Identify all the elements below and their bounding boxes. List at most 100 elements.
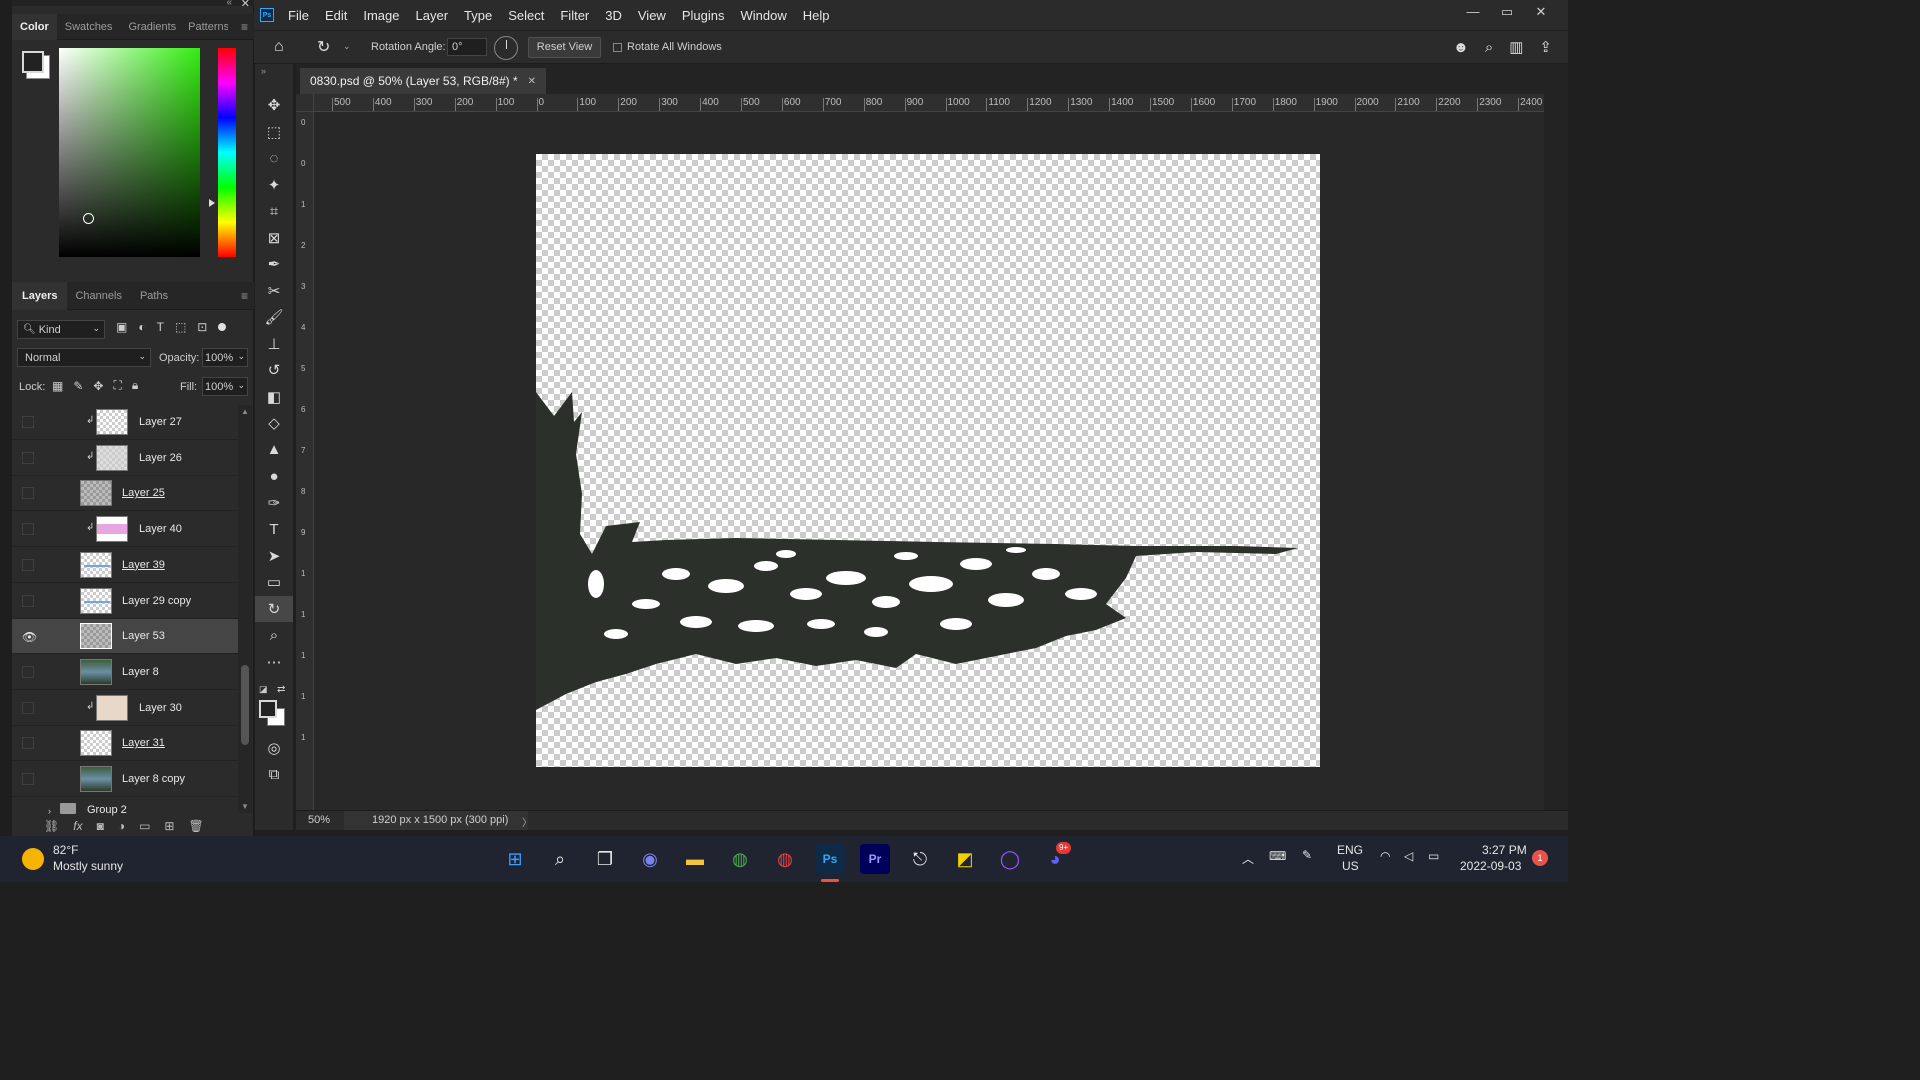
magic-wand-tool-icon[interactable]: ✦ [255, 172, 293, 199]
chat-icon[interactable]: ◉ [635, 844, 665, 874]
lock-position-icon[interactable]: ✥ [93, 379, 103, 393]
new-group-icon[interactable]: ▭ [139, 819, 150, 833]
chrome-profile-icon[interactable]: ◍ [770, 844, 800, 874]
panel-menu-icon[interactable]: ≡ [241, 20, 248, 34]
notification-badge[interactable]: 1 [1532, 850, 1548, 866]
tab-swatches[interactable]: Swatches [57, 14, 121, 40]
pixel-filter-icon[interactable]: ▣ [116, 320, 127, 334]
zoom-tool-icon[interactable]: ⌕ [255, 622, 293, 649]
layer-thumbnail[interactable] [80, 623, 112, 650]
search-icon[interactable]: ⌕ [545, 844, 575, 874]
premiere-icon[interactable]: Pr [860, 844, 890, 874]
rotate-view-tool-icon[interactable]: ↻ [255, 595, 293, 622]
rotation-dial[interactable] [494, 36, 518, 60]
layer-name[interactable]: Layer 8 copy [122, 773, 185, 785]
layer-name[interactable]: Layer 53 [122, 630, 165, 642]
frame-tool-icon[interactable]: ⊠ [255, 225, 293, 252]
layer-name[interactable]: Layer 39 [122, 559, 165, 571]
blend-mode-select[interactable]: Normal ⌄ [17, 348, 151, 367]
layer-thumbnail[interactable] [96, 516, 128, 543]
visibility-toggle[interactable] [22, 701, 34, 714]
visibility-toggle[interactable] [22, 416, 34, 428]
screen-mode-icon[interactable]: ⧉ [255, 761, 293, 788]
weather-temp[interactable]: 82°F [53, 843, 78, 857]
layer-name[interactable]: Layer 26 [139, 452, 182, 464]
adjustment-layer-icon[interactable]: ◑ [118, 819, 125, 833]
document-info[interactable]: 1920 px x 1500 px (300 ppi) [344, 811, 528, 830]
layer-row[interactable]: ↲ Layer 40 [12, 512, 238, 548]
lock-all-icon[interactable]: 🔒︎ [132, 378, 138, 393]
pen-tool-icon[interactable]: ✑ [255, 490, 293, 517]
expand-tools-icon[interactable]: » [261, 66, 266, 76]
more-tools-icon[interactable]: ⋯ [255, 649, 293, 676]
color-picker-cursor[interactable] [83, 213, 94, 224]
paint-bucket-tool-icon[interactable]: ◇ [255, 410, 293, 437]
foreground-color-swatch[interactable] [22, 51, 44, 73]
lock-pixels-icon[interactable]: ✎ [73, 379, 83, 393]
eye-icon[interactable]: 👁︎ [22, 630, 37, 644]
layer-thumbnail[interactable] [96, 444, 128, 471]
layer-thumbnail[interactable] [80, 480, 112, 507]
visibility-toggle[interactable] [22, 665, 34, 678]
crop-tool-icon[interactable]: ⌗ [255, 198, 293, 225]
tool-foreground-color[interactable] [259, 700, 277, 718]
hue-slider-handle[interactable] [209, 199, 215, 207]
weather-sun-icon[interactable] [22, 848, 44, 870]
tab-channels[interactable]: Channels [67, 283, 129, 309]
minimize-icon[interactable]: — [1456, 4, 1490, 26]
zoom-level[interactable]: 50% [308, 814, 330, 826]
color-field[interactable] [59, 48, 200, 257]
brush-tool-icon[interactable]: 🖌︎ [255, 304, 293, 331]
menu-view[interactable]: View [630, 8, 674, 23]
type-tool-icon[interactable]: T [255, 516, 293, 543]
eyedropper-tool-icon[interactable]: ✒ [255, 251, 293, 278]
close-icon[interactable]: ✕ [241, 0, 250, 10]
shape-filter-icon[interactable]: ⬚ [175, 320, 186, 334]
layer-name[interactable]: Layer 25 [122, 487, 165, 499]
layer-name[interactable]: Layer 40 [139, 523, 182, 535]
menu-help[interactable]: Help [795, 8, 838, 23]
clock-date[interactable]: 2022-09-03 [1460, 859, 1521, 873]
layer-name[interactable]: Layer 29 copy [122, 595, 191, 607]
filter-kind-select[interactable]: 🔍︎ Kind ⌄ [17, 320, 105, 339]
menu-window[interactable]: Window [732, 8, 794, 23]
github-icon[interactable]: ◯ [995, 844, 1025, 874]
layers-scrollbar[interactable]: ▲ ▼ [238, 405, 252, 813]
layer-thumbnail[interactable] [96, 694, 128, 721]
windows-start-icon[interactable]: ⊞ [500, 844, 530, 874]
workspace-icon[interactable]: ▥ [1509, 38, 1523, 56]
wifi-icon[interactable]: ◠ [1380, 849, 1390, 863]
visibility-toggle[interactable] [22, 737, 34, 750]
collapse-icon[interactable]: « [226, 0, 232, 8]
path-selection-tool-icon[interactable]: ➤ [255, 543, 293, 570]
layer-row[interactable]: Layer 29 copy [12, 583, 238, 619]
chevron-down-icon[interactable]: ⌄ [343, 41, 351, 52]
opacity-field[interactable]: 100% ⌄ [202, 348, 248, 367]
menu-plugins[interactable]: Plugins [674, 8, 733, 23]
stamp-tool-icon[interactable]: ⊥ [255, 331, 293, 358]
layer-name[interactable]: Layer 30 [139, 702, 182, 714]
weather-desc[interactable]: Mostly sunny [53, 859, 123, 873]
adjustment-filter-icon[interactable]: ◐ [138, 320, 145, 334]
layer-row[interactable]: 👁︎ Layer 53 [12, 619, 238, 655]
visibility-toggle[interactable] [22, 487, 34, 500]
tab-patterns[interactable]: Patterns [184, 14, 228, 40]
tab-paths[interactable]: Paths [130, 283, 178, 309]
dodge-tool-icon[interactable]: ● [255, 463, 293, 490]
close-tab-icon[interactable]: ✕ [528, 76, 536, 87]
layers-scroll-thumb[interactable] [241, 665, 249, 745]
photoshop-taskbar-icon[interactable]: Ps [815, 844, 845, 874]
eraser-tool-icon[interactable]: ◧ [255, 384, 293, 411]
document-tab[interactable]: 0830.psd @ 50% (Layer 53, RGB/8#) * ✕ [300, 68, 547, 94]
fx-icon[interactable]: fx [73, 819, 82, 833]
rotate-all-windows-checkbox[interactable] [613, 43, 622, 52]
layer-name[interactable]: Layer 8 [122, 666, 159, 678]
rectangle-tool-icon[interactable]: ▭ [255, 569, 293, 596]
chevron-right-icon[interactable]: 〉 [522, 814, 532, 829]
sticky-notes-icon[interactable]: ◩ [950, 844, 980, 874]
reset-view-button[interactable]: Reset View [528, 37, 601, 58]
blur-tool-icon[interactable]: ▲ [255, 437, 293, 464]
keyboard-icon[interactable]: ⌨ [1269, 849, 1286, 863]
clock-time[interactable]: 3:27 PM [1482, 843, 1527, 857]
layer-thumbnail[interactable] [80, 658, 112, 685]
